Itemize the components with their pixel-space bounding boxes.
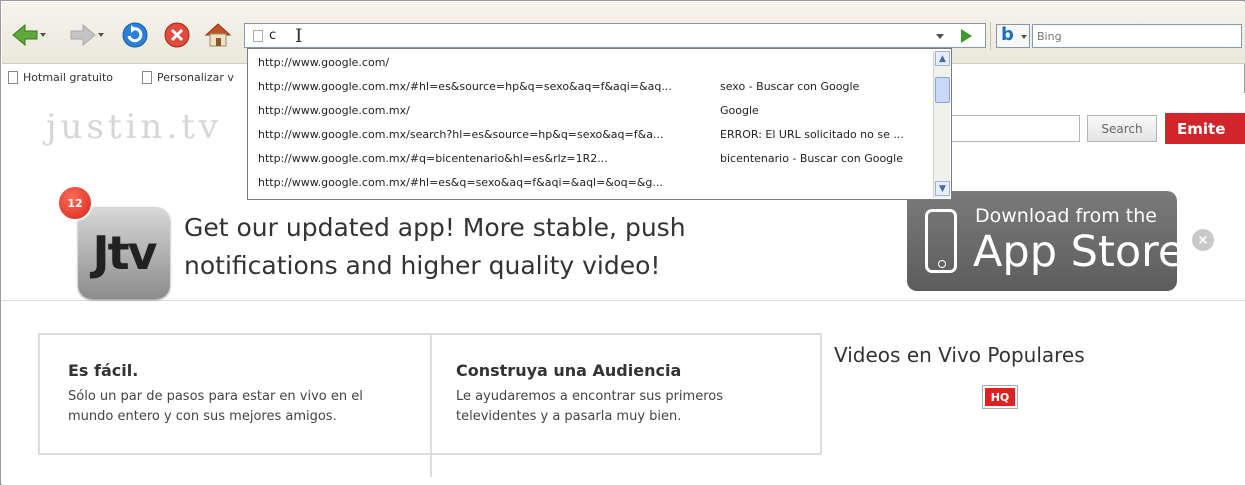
suggestion-title: sexo - Buscar con Google bbox=[720, 80, 860, 93]
toolbar-search-input[interactable] bbox=[1037, 26, 1237, 47]
suggestion-title: Google bbox=[720, 104, 759, 117]
iphone-icon bbox=[925, 209, 957, 273]
promo-text: Get our updated app! More stable, push n… bbox=[184, 209, 744, 285]
bookmarks-bar: Hotmail gratuito Personalizar v bbox=[2, 65, 262, 93]
stop-icon bbox=[164, 22, 190, 48]
back-history-dropdown-icon[interactable] bbox=[40, 33, 46, 37]
hq-badge[interactable]: HQ bbox=[982, 385, 1018, 409]
page-icon bbox=[253, 30, 263, 42]
suggestion-title: bicentenario - Buscar con Google bbox=[720, 152, 903, 165]
suggestion-url: http://www.google.com.mx/#hl=es&source=h… bbox=[258, 80, 672, 93]
toolbar-search-box[interactable] bbox=[1032, 24, 1242, 48]
home-icon bbox=[204, 23, 232, 47]
search-engine-selector[interactable]: b bbox=[996, 24, 1030, 48]
appstore-line-1: Download from the bbox=[975, 205, 1157, 227]
page-icon bbox=[8, 71, 18, 84]
url-autocomplete-dropdown: http://www.google.com/ http://www.google… bbox=[247, 48, 952, 200]
suggestion-title: ERROR: El URL solicitado no se ... bbox=[720, 128, 904, 141]
bing-logo-icon: b bbox=[1001, 24, 1014, 45]
close-banner-icon[interactable]: × bbox=[1192, 229, 1214, 251]
suggestion-item[interactable]: http://www.google.com.mx/#hl=es&source=h… bbox=[248, 75, 932, 99]
toolbar-separator bbox=[990, 22, 991, 50]
browser-window: c I b Hotmail gratuito Personalizar v ju… bbox=[0, 0, 1245, 485]
feature-2-title: Construya una Audiencia bbox=[456, 361, 682, 380]
forward-arrow-icon bbox=[70, 23, 96, 47]
home-button[interactable] bbox=[202, 20, 234, 50]
suggestion-item[interactable]: http://www.google.com.mx/#hl=es&q=sexo&a… bbox=[248, 171, 932, 195]
app-icon-label: Jtv bbox=[92, 226, 157, 280]
suggestion-url: http://www.google.com.mx/#hl=es&q=sexo&a… bbox=[258, 176, 663, 189]
suggestion-item[interactable]: http://www.google.com/ bbox=[248, 51, 932, 75]
scroll-thumb[interactable] bbox=[935, 77, 950, 103]
bookmark-label: Personalizar v bbox=[157, 71, 234, 84]
bookmark-personalizar[interactable]: Personalizar v bbox=[142, 71, 234, 84]
address-bar[interactable]: c I bbox=[244, 23, 986, 48]
suggestion-item[interactable]: http://www.google.com.mx/#q=bicentenario… bbox=[248, 147, 932, 171]
forward-button[interactable] bbox=[62, 20, 104, 50]
app-store-button[interactable]: Download from the App Store bbox=[907, 191, 1184, 291]
notification-badge: 12 bbox=[57, 185, 93, 221]
back-arrow-icon bbox=[12, 23, 38, 47]
engine-dropdown-icon bbox=[1021, 35, 1027, 39]
features-box: Es fácil. Sólo un par de pasos para esta… bbox=[38, 333, 822, 477]
feature-1-title: Es fácil. bbox=[68, 361, 139, 380]
refresh-icon bbox=[122, 22, 148, 48]
scroll-up-icon[interactable]: ▲ bbox=[935, 51, 950, 66]
feature-2-desc: Le ayudaremos a encontrar sus primeros t… bbox=[456, 389, 723, 424]
promo-line-2: notifications and higher quality video! bbox=[184, 251, 661, 280]
go-arrow-icon[interactable] bbox=[961, 29, 972, 43]
feature-divider bbox=[430, 335, 432, 477]
site-search-input[interactable] bbox=[942, 115, 1080, 142]
back-button[interactable] bbox=[6, 20, 46, 50]
emite-button[interactable]: Emite bbox=[1165, 113, 1245, 144]
popular-videos-title: Videos en Vivo Populares bbox=[834, 343, 1085, 367]
text-cursor-icon: I bbox=[295, 25, 303, 47]
bookmark-label: Hotmail gratuito bbox=[23, 71, 114, 84]
promo-line-1: Get our updated app! More stable, push bbox=[184, 213, 686, 242]
suggestion-item[interactable]: http://www.google.com.mx/search?hl=es&so… bbox=[248, 123, 932, 147]
site-logo[interactable]: justin.tv bbox=[46, 107, 222, 147]
address-input[interactable]: c bbox=[269, 28, 276, 43]
forward-history-dropdown-icon[interactable] bbox=[98, 33, 104, 37]
dropdown-scrollbar[interactable]: ▲ ▼ bbox=[933, 51, 950, 198]
page-icon bbox=[142, 71, 152, 84]
suggestion-url: http://www.google.com.mx/#q=bicentenario… bbox=[258, 152, 608, 165]
suggestion-url: http://www.google.com.mx/ bbox=[258, 104, 410, 117]
suggestion-item[interactable]: http://www.google.com.mx/ Google bbox=[248, 99, 932, 123]
feature-1-desc: Sólo un par de pasos para estar en vivo … bbox=[68, 389, 363, 424]
scroll-down-icon[interactable]: ▼ bbox=[935, 181, 950, 196]
appstore-line-2: App Store bbox=[973, 227, 1185, 277]
suggestion-url: http://www.google.com.mx/search?hl=es&so… bbox=[258, 128, 664, 141]
url-history-dropdown-icon[interactable] bbox=[933, 29, 947, 43]
jtv-app-icon: Jtv bbox=[78, 207, 170, 299]
suggestion-url: http://www.google.com/ bbox=[258, 56, 390, 69]
refresh-button[interactable] bbox=[120, 20, 150, 50]
stop-button[interactable] bbox=[162, 20, 192, 50]
site-search-button[interactable]: Search bbox=[1087, 115, 1157, 142]
bookmark-hotmail[interactable]: Hotmail gratuito bbox=[8, 71, 113, 84]
